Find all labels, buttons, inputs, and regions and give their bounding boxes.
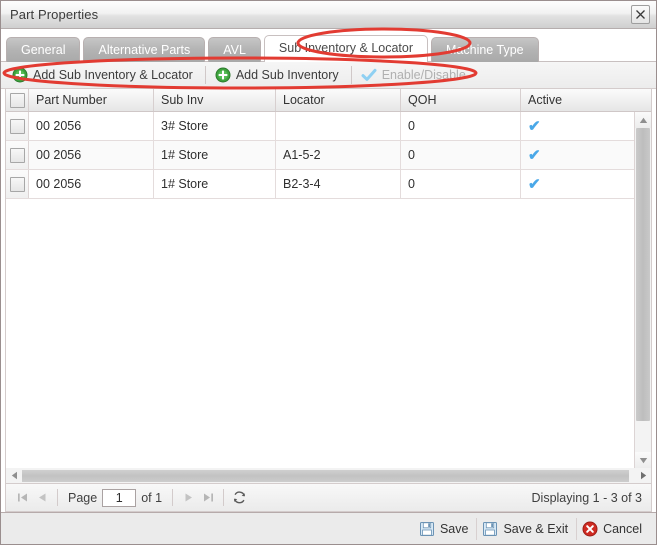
save-label: Save: [439, 521, 469, 536]
column-header-locator[interactable]: Locator: [276, 89, 401, 111]
grid-header-row: Part Number Sub Inv Locator QOH Active: [6, 89, 651, 112]
tab-avl[interactable]: AVL: [208, 37, 261, 62]
tab-machine-type[interactable]: Machine Type: [431, 37, 539, 62]
table-row[interactable]: 00 2056 1# Store B2-3-4 0 ✔: [6, 170, 634, 199]
horizontal-scrollbar[interactable]: [5, 468, 652, 484]
next-page-icon[interactable]: [178, 488, 198, 508]
cell-locator: B2-3-4: [276, 170, 401, 198]
green-plus-icon: [215, 67, 231, 83]
scroll-left-icon[interactable]: [6, 469, 22, 483]
cell-part-number: 00 2056: [29, 170, 154, 198]
cell-active: ✔: [528, 175, 541, 193]
scroll-up-icon[interactable]: [635, 112, 651, 128]
toolbar-separator-2: [350, 66, 352, 84]
part-properties-dialog: Part Properties General Alternative Part…: [0, 0, 657, 545]
column-header-active[interactable]: Active: [521, 89, 627, 111]
cell-active: ✔: [528, 146, 541, 164]
cell-part-number: 00 2056: [29, 112, 154, 140]
prev-page-icon[interactable]: [32, 488, 52, 508]
cell-locator: [276, 112, 401, 140]
select-all-checkbox[interactable]: [9, 92, 25, 108]
tab-alternative-parts[interactable]: Alternative Parts: [83, 37, 206, 62]
page-number-input[interactable]: [102, 488, 137, 507]
add-sub-inventory-and-locator-button[interactable]: Add Sub Inventory & Locator: [7, 64, 201, 87]
table-row[interactable]: 00 2056 1# Store A1-5-2 0 ✔: [6, 141, 634, 170]
pager-separator-1: [57, 489, 58, 506]
row-select-cell[interactable]: [6, 141, 29, 169]
horizontal-scroll-track[interactable]: [22, 469, 635, 483]
blue-check-icon: [361, 67, 377, 83]
cancel-button[interactable]: Cancel: [576, 517, 650, 540]
table-row[interactable]: 00 2056 3# Store 0 ✔: [6, 112, 634, 141]
pagination-toolbar: Page of 1: [5, 484, 652, 512]
red-x-circle-icon: [582, 521, 598, 537]
scroll-down-icon[interactable]: [635, 452, 651, 468]
toolbar-separator-1: [204, 66, 206, 84]
row-checkbox[interactable]: [9, 118, 25, 134]
pager-separator-3: [223, 489, 225, 506]
page-total-label: of 1: [141, 490, 163, 505]
enable-disable-button[interactable]: Enable/Disable: [356, 64, 474, 87]
pagination-status: Displaying 1 - 3 of 3: [531, 490, 642, 505]
dialog-body: General Alternative Parts AVL Sub Invent…: [1, 29, 656, 512]
scroll-right-icon[interactable]: [635, 469, 651, 483]
header-select-all[interactable]: [6, 89, 29, 111]
cancel-label: Cancel: [603, 521, 642, 536]
cell-sub-inv: 1# Store: [154, 141, 276, 169]
horizontal-scroll-thumb[interactable]: [22, 469, 629, 482]
row-checkbox[interactable]: [9, 176, 25, 192]
column-header-part-number[interactable]: Part Number: [29, 89, 154, 111]
close-icon[interactable]: [631, 5, 650, 24]
tab-general[interactable]: General: [6, 37, 81, 62]
column-header-sub-inv[interactable]: Sub Inv: [154, 89, 276, 111]
green-plus-icon: [12, 67, 28, 83]
cell-sub-inv: 3# Store: [154, 112, 276, 140]
cell-locator: A1-5-2: [276, 141, 401, 169]
cell-qoh: 0: [401, 170, 521, 198]
enable-disable-label: Enable/Disable: [381, 68, 466, 82]
app-root: Part Properties General Alternative Part…: [0, 0, 657, 545]
row-select-cell[interactable]: [6, 112, 29, 140]
first-page-icon[interactable]: [12, 488, 32, 508]
floppy-disk-icon: [419, 521, 435, 537]
cell-sub-inv: 1# Store: [154, 170, 276, 198]
cell-active: ✔: [528, 117, 541, 135]
row-checkbox[interactable]: [9, 147, 25, 163]
window-title: Part Properties: [10, 7, 99, 22]
tab-sub-inventory-locator[interactable]: Sub Inventory & Locator: [263, 35, 429, 62]
save-button[interactable]: Save: [414, 518, 477, 540]
add-sub-inventory-label: Add Sub Inventory: [235, 68, 339, 82]
vertical-scroll-track[interactable]: [635, 128, 651, 452]
grid-body: 00 2056 3# Store 0 ✔ 00 2056 1# Store A1…: [6, 112, 651, 468]
save-and-exit-label: Save & Exit: [503, 521, 569, 536]
window-titlebar: Part Properties: [1, 1, 656, 29]
grid-toolbar: Add Sub Inventory & Locator Add Sub Inve…: [1, 62, 656, 89]
refresh-icon[interactable]: [229, 488, 249, 508]
tab-bar: General Alternative Parts AVL Sub Invent…: [1, 32, 656, 62]
pager-separator-2: [172, 489, 174, 506]
add-sub-inventory-and-locator-label: Add Sub Inventory & Locator: [33, 68, 193, 82]
vertical-scroll-thumb[interactable]: [636, 128, 650, 421]
cell-part-number: 00 2056: [29, 141, 154, 169]
last-page-icon[interactable]: [198, 488, 218, 508]
sub-inventory-grid: Part Number Sub Inv Locator QOH Active 0…: [5, 89, 652, 468]
column-header-qoh[interactable]: QOH: [401, 89, 521, 111]
cell-qoh: 0: [401, 112, 521, 140]
vertical-scrollbar[interactable]: [634, 112, 651, 468]
add-sub-inventory-button[interactable]: Add Sub Inventory: [210, 64, 347, 87]
grid-rows: 00 2056 3# Store 0 ✔ 00 2056 1# Store A1…: [6, 112, 634, 468]
cell-qoh: 0: [401, 141, 521, 169]
floppy-disk-icon: [482, 521, 498, 537]
row-select-cell[interactable]: [6, 170, 29, 198]
dialog-footer: Save Save & Exit Cancel: [1, 512, 656, 544]
save-and-exit-button[interactable]: Save & Exit: [476, 517, 576, 540]
page-label: Page: [68, 490, 98, 505]
